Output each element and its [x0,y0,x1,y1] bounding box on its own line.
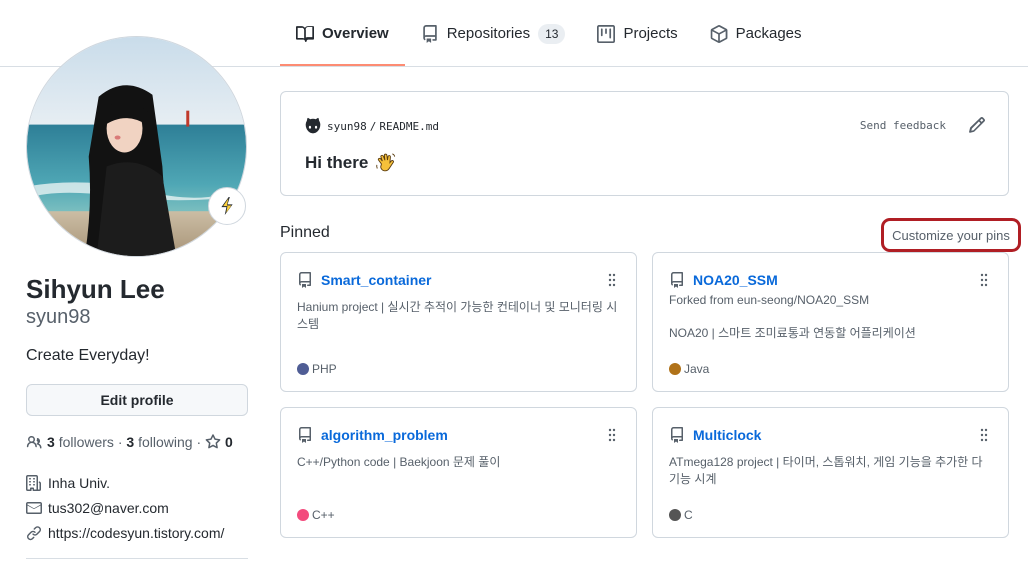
repositories-count-badge: 13 [538,23,566,44]
tab-projects-label: Projects [623,25,678,42]
repo-icon [299,272,311,288]
drag-handle-icon[interactable] [979,273,989,287]
stars-link[interactable]: 0 [205,434,233,450]
language-color-dot [669,509,681,521]
pinned-repo-card: algorithm_problem C++/Python code | Baek… [280,407,637,538]
following-link[interactable]: 3 following [126,434,192,450]
pinned-repo-card: Smart_container Hanium project | 실시간 추적이… [280,252,637,392]
language-name: Java [684,362,710,376]
repo-language: Java [669,362,709,376]
profile-bio: Create Everyday! [26,347,150,364]
repo-language: PHP [297,362,337,376]
avatar[interactable] [26,36,247,257]
separator-dot: · [117,434,123,450]
tab-overview[interactable]: Overview [280,0,405,67]
vcard-website: https://codesyun.tistory.com/ [26,525,224,541]
repo-name-link[interactable]: algorithm_problem [321,427,448,443]
path-separator: / [369,119,377,133]
tab-repositories-label: Repositories [446,25,531,42]
follow-stats: 3 followers · 3 following · 0 [26,434,233,450]
tab-projects[interactable]: Projects [581,0,693,67]
followers-label: followers [58,434,114,450]
forked-from-text[interactable]: Forked from eun-seong/NOA20_SSM [669,293,869,307]
repo-name-link[interactable]: NOA20_SSM [693,272,778,288]
profile-full-name: Sihyun Lee [26,274,165,304]
octocat-icon [305,117,321,134]
readme-heading: Hi there [305,152,397,174]
profile-readme: syun98 / README.md Send feedback Hi ther… [280,91,1009,196]
following-label: following [138,434,193,450]
repo-language: C++ [297,508,335,522]
greeting-text: Hi there [305,153,369,172]
avatar-photo [27,37,246,256]
language-color-dot [669,363,681,375]
pinned-heading: Pinned [280,224,330,241]
book-icon [296,25,314,42]
tab-repositories[interactable]: Repositories 13 [405,0,582,67]
repo-description: NOA20 | 스마트 조미료통과 연동할 어플리케이션 [669,326,916,340]
pinned-repo-card: Multiclock ATmega128 project | 타이머, 스톱워치… [652,407,1009,538]
followers-link[interactable]: 3 followers [47,434,114,450]
edit-profile-button[interactable]: Edit profile [26,384,248,416]
customize-pins-link[interactable]: Customize your pins [881,218,1021,252]
language-color-dot [297,509,309,521]
email-link[interactable]: tus302@naver.com [48,500,169,516]
repo-forked-icon [671,272,683,288]
drag-handle-icon[interactable] [607,428,617,442]
project-icon [597,24,616,43]
separator-dot: · [196,434,202,450]
mail-icon [26,502,42,514]
following-count: 3 [126,434,135,450]
website-link[interactable]: https://codesyun.tistory.com/ [48,525,224,541]
profile-username: syun98 [26,306,91,328]
vcard-company: Inha Univ. [26,475,110,491]
readme-file[interactable]: README.md [379,120,439,133]
repo-name-link[interactable]: Smart_container [321,272,431,288]
repo-description: ATmega128 project | 타이머, 스톱워치, 게임 기능을 추가… [669,455,983,486]
send-feedback-link[interactable]: Send feedback [860,119,946,132]
set-status-button[interactable] [208,187,246,225]
tab-overview-label: Overview [322,25,389,42]
language-name: PHP [312,362,337,376]
organization-icon [26,475,42,491]
people-icon [26,436,42,449]
package-icon [710,24,728,43]
readme-owner[interactable]: syun98 [327,120,367,133]
repo-icon [422,24,437,43]
stars-count: 0 [225,434,233,450]
star-icon [205,434,221,449]
waving-hand-icon [376,153,396,172]
drag-handle-icon[interactable] [979,428,989,442]
repo-name-link[interactable]: Multiclock [693,427,761,443]
pencil-icon[interactable] [968,116,986,134]
tab-list: Overview Repositories 13 Projects Packag… [280,0,818,67]
repo-icon [671,427,683,443]
company-text: Inha Univ. [48,475,110,491]
language-name: C++ [312,508,335,522]
repo-language: C [669,508,693,522]
customize-pins-label: Customize your pins [892,227,1010,243]
drag-handle-icon[interactable] [607,273,617,287]
repo-icon [299,427,311,443]
readme-path: syun98 / README.md [304,117,439,135]
repo-description: C++/Python code | Baekjoon 문제 풀이 [297,455,501,469]
tab-packages[interactable]: Packages [694,0,818,67]
pinned-repo-card: NOA20_SSM Forked from eun-seong/NOA20_SS… [652,252,1009,392]
lightning-icon [221,197,233,215]
followers-count: 3 [47,434,55,450]
tab-packages-label: Packages [735,25,802,42]
link-icon [27,526,42,541]
sidebar-divider [26,558,248,559]
vcard-email: tus302@naver.com [26,500,169,516]
language-color-dot [297,363,309,375]
language-name: C [684,508,693,522]
repo-description: Hanium project | 실시간 추적이 가능한 컨테이너 및 모니터링… [297,300,618,331]
